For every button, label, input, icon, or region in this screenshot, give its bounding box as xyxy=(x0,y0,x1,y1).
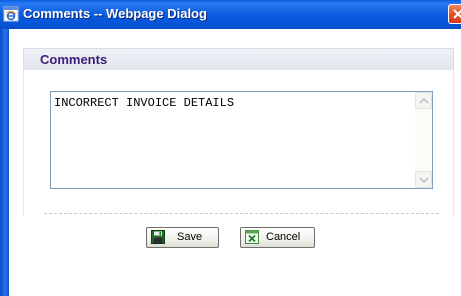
window-title: Comments -- Webpage Dialog xyxy=(23,6,207,21)
dashed-divider xyxy=(44,213,439,214)
scroll-up-button[interactable] xyxy=(415,92,432,109)
comment-text: INCORRECT INVOICE DETAILS xyxy=(54,96,235,110)
scroll-down-button[interactable] xyxy=(415,171,432,188)
save-button-label: Save xyxy=(177,231,203,243)
close-icon xyxy=(453,9,461,19)
vertical-scrollbar[interactable] xyxy=(415,92,432,188)
section-header: Comments xyxy=(23,48,454,70)
comment-textarea[interactable]: INCORRECT INVOICE DETAILS xyxy=(50,91,433,189)
title-bar[interactable]: Comments -- Webpage Dialog xyxy=(0,0,461,29)
window-frame-left xyxy=(0,29,9,296)
ie-page-icon xyxy=(3,6,19,22)
cancel-button-label: Cancel xyxy=(266,231,301,243)
cancel-button[interactable]: Cancel xyxy=(240,227,315,248)
close-button[interactable] xyxy=(448,4,461,24)
scroll-down-arrow-icon xyxy=(419,177,429,184)
scroll-up-arrow-icon xyxy=(419,97,429,104)
dialog-window: Comments -- Webpage Dialog Comments INCO… xyxy=(0,0,461,296)
section-title: Comments xyxy=(40,52,108,67)
floppy-disk-icon xyxy=(151,230,165,244)
excel-cancel-icon xyxy=(245,230,259,244)
save-button[interactable]: Save xyxy=(146,227,219,248)
